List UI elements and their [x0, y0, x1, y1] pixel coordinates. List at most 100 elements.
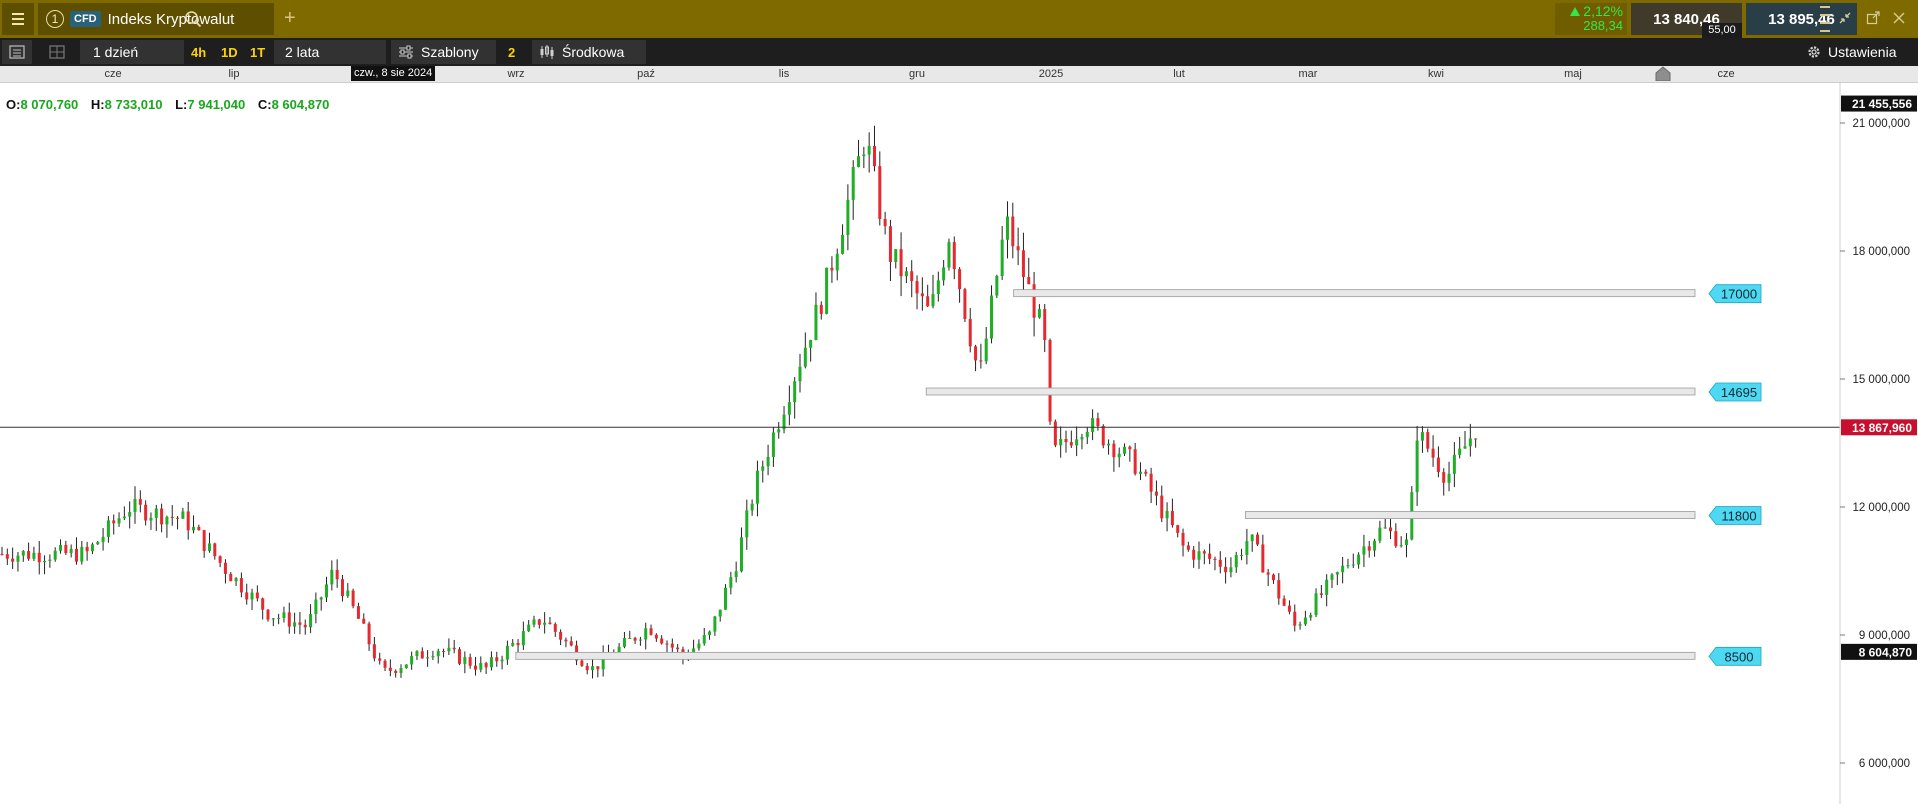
- candle: [926, 296, 930, 307]
- candle: [1468, 438, 1472, 447]
- candle: [96, 542, 100, 545]
- price-chart[interactable]: O:8 070,760 H:8 733,010 L:7 941,040 C:8 …: [0, 83, 1918, 804]
- candle: [633, 637, 637, 641]
- candle: [1170, 510, 1174, 526]
- interval-1d[interactable]: 1D: [221, 40, 238, 64]
- candle: [899, 249, 903, 277]
- candle: [117, 518, 121, 524]
- candle: [1107, 443, 1111, 446]
- menu-icon[interactable]: [2, 3, 34, 35]
- time-axis-label: paź: [637, 68, 655, 80]
- candle: [803, 347, 807, 367]
- templates-button[interactable]: Szablony: [391, 40, 496, 64]
- candle: [819, 304, 823, 314]
- candle: [697, 643, 701, 649]
- spread-value: 55,00: [1702, 23, 1742, 38]
- candle: [207, 543, 211, 551]
- close-icon[interactable]: [1892, 11, 1906, 25]
- candle: [452, 647, 456, 650]
- candle: [1277, 580, 1281, 599]
- list-view-icon[interactable]: [2, 40, 32, 64]
- candle: [239, 578, 243, 593]
- candle: [458, 649, 462, 664]
- candle: [1335, 572, 1339, 575]
- popout-icon[interactable]: [1866, 11, 1880, 25]
- interval-dropdown[interactable]: 1 dzień: [80, 40, 184, 64]
- candle: [1229, 567, 1233, 573]
- candlestick-chart[interactable]: 17000 14695 11800 8500 21 000,000 18 000,000…: [0, 83, 1918, 804]
- candle: [1404, 539, 1408, 546]
- candle: [101, 536, 105, 543]
- candle: [85, 546, 89, 552]
- candle: [484, 663, 488, 668]
- candle: [5, 554, 9, 559]
- candle: [404, 664, 408, 669]
- candle: [1043, 309, 1047, 341]
- level-zone-label: 14695: [1721, 385, 1757, 400]
- candle: [282, 612, 286, 618]
- candle: [708, 631, 712, 636]
- candle: [1346, 565, 1350, 567]
- candle: [1298, 624, 1302, 626]
- candle: [638, 639, 642, 641]
- candle: [825, 267, 829, 314]
- candle: [665, 643, 669, 645]
- chart-toolbar: 1 dzień 4h 1D 1T 2 lata Szablony 2 Środk…: [0, 38, 1918, 66]
- candle: [197, 526, 201, 531]
- candle: [431, 656, 435, 658]
- candle: [122, 516, 126, 519]
- candle: [388, 667, 392, 671]
- settings-button[interactable]: Ustawienia: [1806, 40, 1896, 64]
- instrument-selector[interactable]: 1 CFD Indeks Kryptowalut: [38, 3, 274, 35]
- price-type-dropdown[interactable]: Środkowa: [532, 40, 646, 64]
- candle: [585, 665, 589, 671]
- candle: [255, 592, 259, 599]
- candle: [1330, 574, 1334, 580]
- candle: [351, 590, 355, 607]
- candle: [894, 249, 898, 263]
- candle: [362, 618, 366, 624]
- candle: [133, 499, 137, 512]
- layout-icon[interactable]: [42, 40, 72, 64]
- candle: [857, 156, 861, 167]
- candle: [293, 622, 297, 627]
- candle: [138, 499, 142, 505]
- high-value: 8 733,010: [104, 97, 163, 112]
- candle: [553, 623, 557, 632]
- candle: [596, 666, 600, 670]
- close-price-marker: 8 604,870: [1859, 645, 1913, 659]
- interval-4h[interactable]: 4h: [191, 40, 206, 64]
- candle: [904, 271, 908, 277]
- scroll-to-end-icon[interactable]: [1655, 66, 1671, 81]
- candle: [936, 280, 940, 295]
- drag-handle-icon[interactable]: [1820, 6, 1830, 32]
- candle: [1192, 549, 1196, 560]
- time-axis-label: kwi: [1428, 68, 1444, 80]
- candle: [505, 645, 509, 660]
- candle: [734, 571, 738, 578]
- level-zone: [515, 651, 1696, 660]
- candle: [489, 657, 493, 668]
- candle: [1224, 566, 1228, 573]
- candle: [1064, 438, 1068, 443]
- candle: [1373, 540, 1377, 551]
- candle: [713, 616, 717, 632]
- candle: [399, 668, 403, 673]
- candle: [1266, 572, 1270, 575]
- search-icon[interactable]: [184, 10, 202, 28]
- candle: [580, 660, 584, 666]
- candle: [266, 609, 270, 620]
- candle: [1213, 558, 1217, 560]
- candle: [48, 559, 52, 561]
- candle: [990, 295, 994, 339]
- candle: [144, 504, 148, 521]
- candle: [1048, 340, 1052, 422]
- change-percent: 2,12%: [1583, 3, 1623, 19]
- range-dropdown[interactable]: 2 lata: [274, 40, 386, 64]
- candle: [271, 618, 275, 620]
- candle: [128, 511, 132, 517]
- add-tab-icon[interactable]: +: [284, 8, 296, 28]
- interval-1t[interactable]: 1T: [250, 40, 265, 64]
- collapse-icon[interactable]: [1838, 11, 1852, 25]
- price-tick-label: 21 000,000: [1852, 118, 1910, 130]
